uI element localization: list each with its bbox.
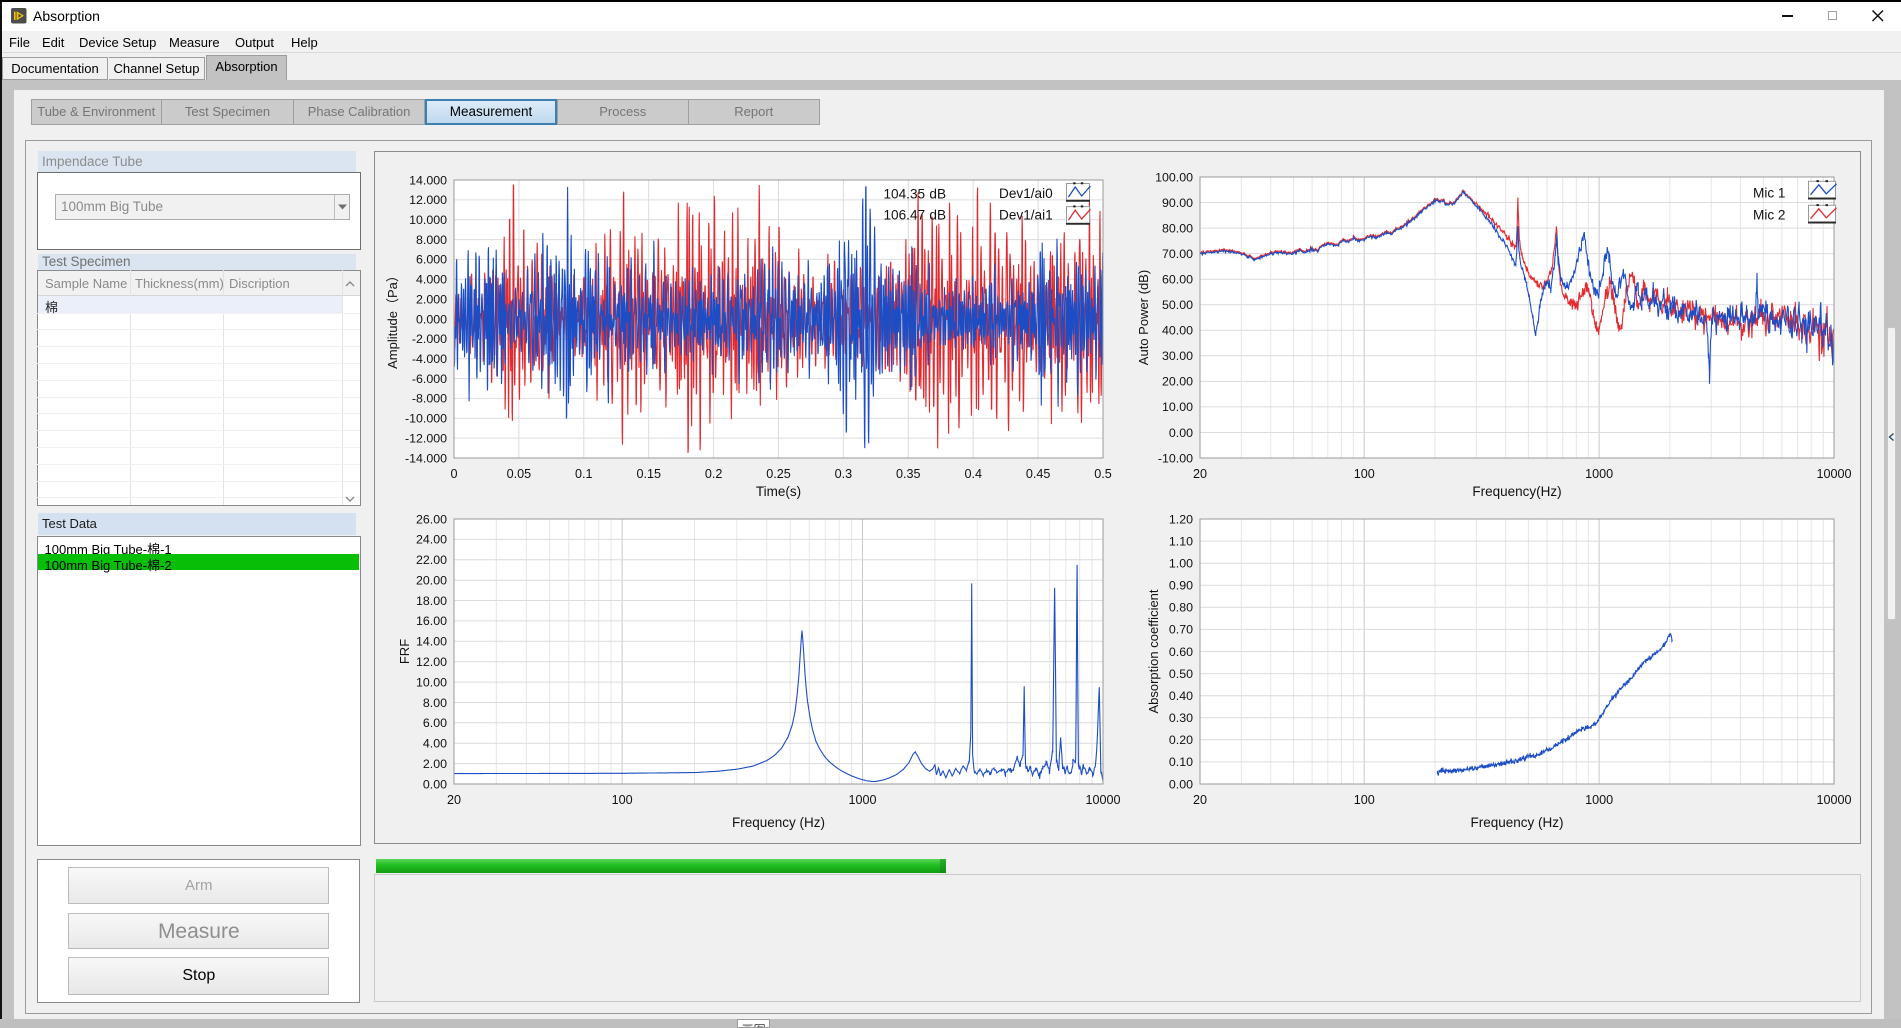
- svg-text:0.35: 0.35: [896, 467, 921, 481]
- svg-text:100: 100: [612, 793, 633, 807]
- svg-text:Frequency(Hz): Frequency(Hz): [1472, 484, 1561, 499]
- svg-text:0.4: 0.4: [964, 467, 982, 481]
- svg-text:dB: dB: [929, 208, 946, 223]
- svg-text:1000: 1000: [1585, 467, 1613, 481]
- svg-text:70.00: 70.00: [1162, 247, 1193, 261]
- svg-text:8.00: 8.00: [423, 696, 447, 710]
- svg-text:100.00: 100.00: [1155, 170, 1193, 184]
- svg-text:1.00: 1.00: [1169, 557, 1193, 571]
- svg-text:0.30: 0.30: [1169, 711, 1193, 725]
- svg-text:0.1: 0.1: [575, 467, 593, 481]
- svg-text:10.00: 10.00: [416, 675, 447, 689]
- svg-text:20.00: 20.00: [1162, 375, 1193, 389]
- svg-text:Amplitude（Pa）: Amplitude（Pa）: [385, 269, 400, 369]
- svg-text:Absorption coefficient: Absorption coefficient: [1146, 589, 1161, 713]
- svg-text:10000: 10000: [1085, 793, 1120, 807]
- svg-text:1000: 1000: [1585, 793, 1613, 807]
- svg-text:-14.000: -14.000: [405, 451, 447, 465]
- svg-text:10000: 10000: [1816, 467, 1851, 481]
- svg-text:0.50: 0.50: [1169, 667, 1193, 681]
- svg-text:Dev1/ai1: Dev1/ai1: [999, 208, 1053, 223]
- svg-text:20: 20: [447, 793, 461, 807]
- svg-text:104.35: 104.35: [884, 187, 926, 202]
- svg-text:10.000: 10.000: [409, 213, 447, 227]
- svg-text:8.000: 8.000: [416, 233, 447, 247]
- svg-text:26.00: 26.00: [416, 512, 447, 526]
- svg-text:Mic 1: Mic 1: [1753, 186, 1785, 201]
- svg-text:80.00: 80.00: [1162, 221, 1193, 235]
- svg-text:12.00: 12.00: [416, 655, 447, 669]
- svg-text:0.70: 0.70: [1169, 623, 1193, 637]
- svg-text:10000: 10000: [1816, 793, 1851, 807]
- svg-text:0.05: 0.05: [507, 467, 532, 481]
- svg-text:6.000: 6.000: [416, 253, 447, 267]
- svg-text:40.00: 40.00: [1162, 324, 1193, 338]
- svg-text:14.00: 14.00: [416, 635, 447, 649]
- svg-text:dB: dB: [929, 187, 946, 202]
- svg-text:14.000: 14.000: [409, 173, 447, 187]
- svg-text:1.10: 1.10: [1169, 534, 1193, 548]
- svg-text:1.20: 1.20: [1169, 512, 1193, 526]
- svg-text:-2.000: -2.000: [412, 332, 447, 346]
- svg-text:22.00: 22.00: [416, 553, 447, 567]
- svg-text:-4.000: -4.000: [412, 352, 447, 366]
- svg-text:0.40: 0.40: [1169, 689, 1193, 703]
- svg-text:100: 100: [1354, 793, 1375, 807]
- svg-text:4.000: 4.000: [416, 273, 447, 287]
- svg-text:Frequency (Hz): Frequency (Hz): [1470, 815, 1563, 830]
- svg-text:12.000: 12.000: [409, 193, 447, 207]
- svg-text:0.00: 0.00: [1169, 426, 1193, 440]
- svg-text:2.00: 2.00: [423, 757, 447, 771]
- svg-text:-10.000: -10.000: [405, 412, 447, 426]
- svg-text:Time(s): Time(s): [756, 484, 801, 499]
- svg-text:0.90: 0.90: [1169, 579, 1193, 593]
- svg-text:2.000: 2.000: [416, 292, 447, 306]
- svg-text:0.10: 0.10: [1169, 755, 1193, 769]
- svg-text:20.00: 20.00: [416, 574, 447, 588]
- svg-text:0.00: 0.00: [423, 777, 447, 791]
- svg-text:Auto Power (dB): Auto Power (dB): [1136, 270, 1151, 365]
- svg-text:16.00: 16.00: [416, 614, 447, 628]
- svg-text:0.00: 0.00: [1169, 777, 1193, 791]
- svg-text:60.00: 60.00: [1162, 273, 1193, 287]
- svg-text:0.000: 0.000: [416, 312, 447, 326]
- svg-text:50.00: 50.00: [1162, 298, 1193, 312]
- svg-text:0: 0: [450, 467, 457, 481]
- svg-text:0.3: 0.3: [835, 467, 853, 481]
- svg-text:6.00: 6.00: [423, 716, 447, 730]
- svg-text:0.60: 0.60: [1169, 645, 1193, 659]
- svg-text:24.00: 24.00: [416, 533, 447, 547]
- svg-text:FRF: FRF: [397, 639, 412, 664]
- svg-text:0.25: 0.25: [766, 467, 791, 481]
- svg-text:Mic 2: Mic 2: [1753, 208, 1785, 223]
- svg-text:-6.000: -6.000: [412, 372, 447, 386]
- svg-text:100: 100: [1354, 467, 1375, 481]
- svg-text:90.00: 90.00: [1162, 196, 1193, 210]
- svg-text:0.2: 0.2: [705, 467, 723, 481]
- svg-text:4.00: 4.00: [423, 737, 447, 751]
- svg-text:-8.000: -8.000: [412, 392, 447, 406]
- svg-text:0.15: 0.15: [636, 467, 661, 481]
- svg-text:Frequency (Hz): Frequency (Hz): [732, 815, 825, 830]
- svg-text:106.47: 106.47: [884, 208, 926, 223]
- svg-text:20: 20: [1193, 793, 1207, 807]
- svg-text:1000: 1000: [848, 793, 876, 807]
- svg-text:Dev1/ai0: Dev1/ai0: [999, 186, 1053, 201]
- svg-text:0.5: 0.5: [1094, 467, 1112, 481]
- svg-text:10.00: 10.00: [1162, 400, 1193, 414]
- svg-text:-12.000: -12.000: [405, 431, 447, 445]
- svg-text:0.20: 0.20: [1169, 733, 1193, 747]
- svg-text:0.45: 0.45: [1026, 467, 1051, 481]
- svg-text:30.00: 30.00: [1162, 349, 1193, 363]
- svg-text:-10.00: -10.00: [1158, 451, 1193, 465]
- svg-text:0.80: 0.80: [1169, 601, 1193, 615]
- svg-text:18.00: 18.00: [416, 594, 447, 608]
- svg-text:20: 20: [1193, 467, 1207, 481]
